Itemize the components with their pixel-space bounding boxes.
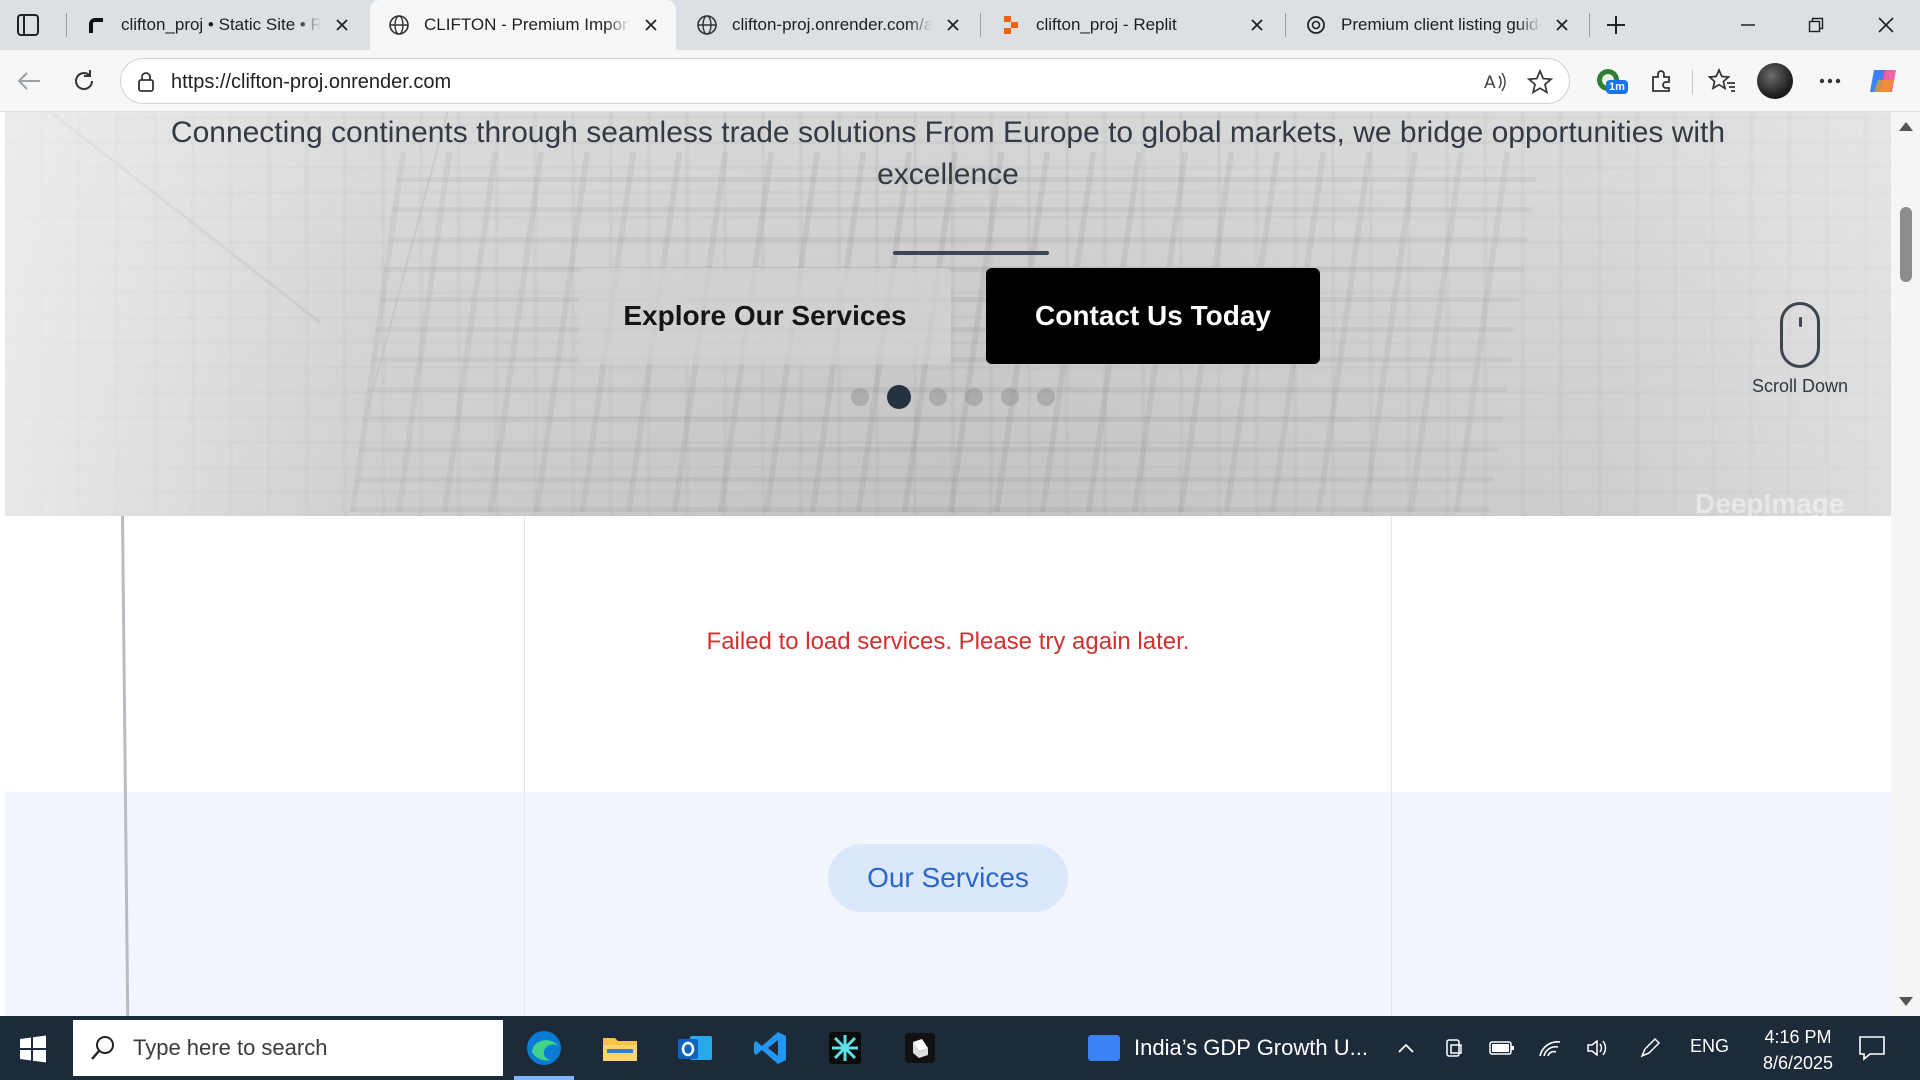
tab-render[interactable]: clifton_proj • Static Site • Render <box>67 0 367 50</box>
copilot-icon[interactable] <box>1867 64 1901 98</box>
image-watermark: DeepImage <box>1695 488 1845 516</box>
wifi-icon[interactable] <box>1536 1034 1564 1062</box>
clock-date: 8/6/2025 <box>1762 1053 1834 1073</box>
clock-time: 4:16 PM <box>1764 1027 1832 1047</box>
battery-icon[interactable] <box>1488 1034 1516 1062</box>
globe-icon <box>388 14 410 36</box>
search-placeholder: Type here to search <box>133 1035 328 1060</box>
outlook-icon[interactable] <box>665 1022 725 1074</box>
favorite-star-icon[interactable] <box>1526 68 1554 95</box>
tab-title: clifton_proj - Replit <box>1036 15 1177 34</box>
hero-subtitle: Connecting continents through seamless t… <box>170 116 1726 191</box>
tab-separator <box>1285 13 1286 37</box>
search-icon <box>89 1034 117 1062</box>
taskbar-search[interactable]: Type here to search <box>73 1020 503 1076</box>
globe-icon <box>696 14 718 36</box>
page-viewport: Connecting continents through seamless t… <box>5 112 1891 1016</box>
pen-icon[interactable] <box>1636 1034 1664 1062</box>
show-hidden-icons-chevron-icon[interactable] <box>1392 1034 1420 1062</box>
close-tab-icon[interactable] <box>942 14 964 36</box>
tab-replit[interactable]: clifton_proj - Replit <box>982 0 1282 50</box>
tab-title: CLIFTON - Premium Import & Export <box>424 15 630 34</box>
carousel-dot[interactable] <box>1001 388 1019 406</box>
tab-clifton[interactable]: CLIFTON - Premium Import & Export <box>370 0 676 50</box>
tab-chatgpt[interactable]: Premium client listing guide <box>1287 0 1587 50</box>
tab-separator <box>1589 13 1590 37</box>
url-text[interactable]: https://clifton-proj.onrender.com <box>171 71 451 94</box>
lock-icon[interactable] <box>135 71 157 93</box>
extension-timer-icon[interactable]: 1m <box>1592 64 1628 98</box>
extension-badge: 1m <box>1606 80 1628 94</box>
page-scrollbar[interactable] <box>1891 112 1920 1016</box>
more-options-icon[interactable] <box>1813 64 1847 98</box>
address-bar[interactable]: https://clifton-proj.onrender.com A <box>120 58 1570 104</box>
scrollbar-thumb[interactable] <box>1900 207 1912 282</box>
system-clock[interactable]: 4:16 PM 8/6/2025 <box>1740 1024 1856 1076</box>
scroll-up-arrow-icon[interactable] <box>1899 122 1913 131</box>
close-tab-icon[interactable] <box>640 14 662 36</box>
close-tab-icon[interactable] <box>1246 14 1268 36</box>
close-window-icon[interactable] <box>1852 0 1920 50</box>
favorites-icon[interactable] <box>1705 64 1739 98</box>
meet-now-icon[interactable] <box>1440 1034 1468 1062</box>
render-icon <box>85 14 107 36</box>
carousel-dot[interactable] <box>929 388 947 406</box>
hero-divider <box>893 251 1049 255</box>
refresh-icon[interactable] <box>67 64 101 98</box>
cursor-icon[interactable] <box>815 1022 875 1074</box>
windows-taskbar: Type here to search India’s GDP Growth U… <box>0 1016 1920 1080</box>
explore-services-button[interactable]: Explore Our Services <box>579 268 951 364</box>
scroll-down-label: Scroll Down <box>1751 376 1849 396</box>
notification-center-icon[interactable] <box>1856 1032 1888 1064</box>
replit-icon <box>1000 14 1022 36</box>
services-error-message: Failed to load services. Please try agai… <box>706 628 1190 655</box>
carousel-indicators <box>851 385 1073 409</box>
restore-icon[interactable] <box>1782 0 1850 50</box>
decorative-divider <box>1391 516 1392 1016</box>
chatgpt-icon <box>1305 14 1327 36</box>
tab-separator <box>980 13 981 37</box>
close-tab-icon[interactable] <box>331 14 353 36</box>
profile-avatar[interactable] <box>1757 63 1793 99</box>
carousel-dot[interactable] <box>851 388 869 406</box>
svg-text:A: A <box>1484 73 1496 93</box>
news-widget[interactable]: India’s GDP Growth U... <box>1088 1028 1368 1068</box>
minimize-icon[interactable] <box>1714 0 1782 50</box>
roblox-icon[interactable] <box>890 1022 950 1074</box>
toolbar-separator <box>1692 70 1693 94</box>
tab-title: Premium client listing guide <box>1341 15 1541 34</box>
hero-section: Connecting continents through seamless t… <box>5 112 1891 516</box>
news-headline: India’s GDP Growth U... <box>1134 1035 1368 1060</box>
services-section: Failed to load services. Please try agai… <box>5 515 1891 1016</box>
tab-title: clifton_proj • Static Site • Render <box>121 15 321 34</box>
file-explorer-icon[interactable] <box>590 1022 650 1074</box>
news-icon <box>1088 1035 1120 1061</box>
input-language[interactable]: ENG <box>1690 1036 1729 1057</box>
new-tab-icon[interactable] <box>1600 10 1632 40</box>
mouse-icon <box>1780 302 1820 368</box>
browser-tab-strip: clifton_proj • Static Site • Render CLIF… <box>0 0 1920 50</box>
browser-toolbar: https://clifton-proj.onrender.com A 1m <box>0 50 1920 112</box>
windows-start-icon[interactable] <box>14 1030 52 1068</box>
tab-actions-icon[interactable] <box>14 12 44 38</box>
scroll-down-hint[interactable]: Scroll Down <box>1735 302 1865 397</box>
extensions-puzzle-icon[interactable] <box>1645 64 1679 98</box>
carousel-dot[interactable] <box>965 388 983 406</box>
read-aloud-icon[interactable]: A <box>1483 70 1509 94</box>
vscode-icon[interactable] <box>740 1022 800 1074</box>
contact-us-button[interactable]: Contact Us Today <box>986 268 1320 364</box>
our-services-badge: Our Services <box>828 844 1068 912</box>
scroll-down-arrow-icon[interactable] <box>1899 997 1913 1006</box>
volume-icon[interactable] <box>1584 1034 1612 1062</box>
decorative-divider <box>524 516 525 1016</box>
carousel-dot-active[interactable] <box>887 385 911 409</box>
close-tab-icon[interactable] <box>1551 14 1573 36</box>
tab-api[interactable]: clifton-proj.onrender.com/api <box>678 0 978 50</box>
carousel-dot[interactable] <box>1037 388 1055 406</box>
tab-title: clifton-proj.onrender.com/api <box>732 15 932 34</box>
edge-icon[interactable] <box>514 1022 574 1080</box>
back-arrow-icon[interactable] <box>12 64 46 98</box>
